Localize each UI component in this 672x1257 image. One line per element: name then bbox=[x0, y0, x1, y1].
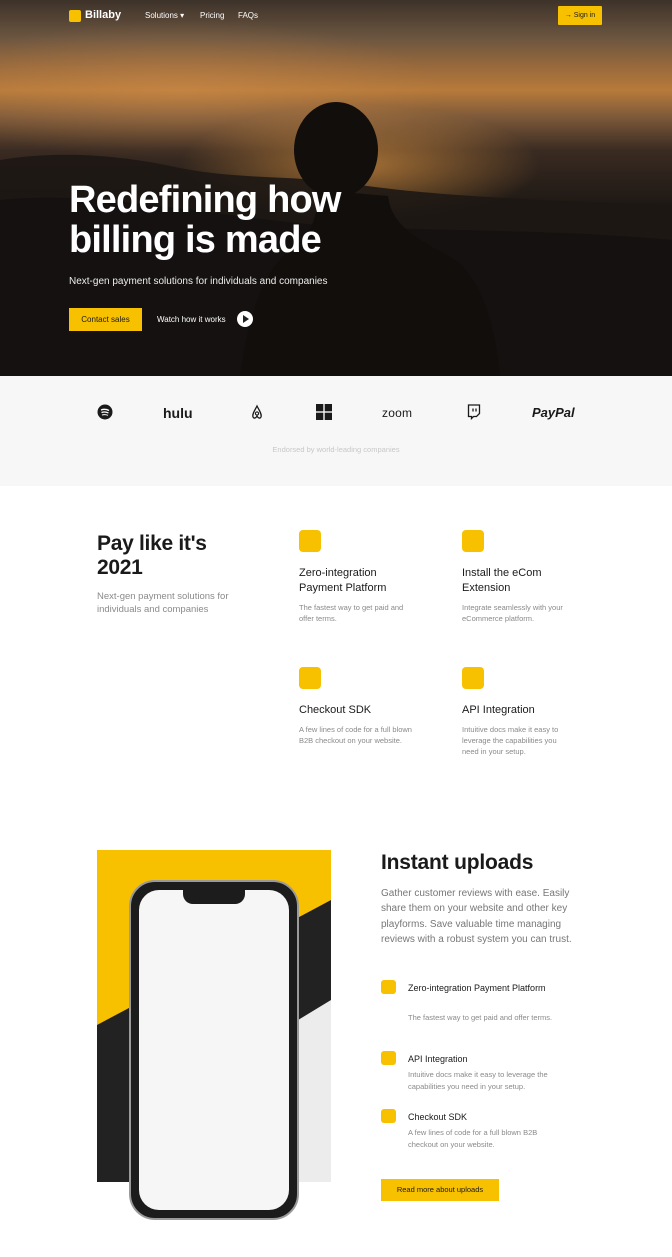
spotify-icon bbox=[97, 404, 113, 420]
uploads-title: Instant uploads bbox=[381, 851, 534, 874]
hulu-logo: hulu bbox=[163, 405, 193, 421]
zoom-logo: zoom bbox=[382, 406, 413, 420]
logo-strip: hulu zoom PayPal Endorsed by world-leadi… bbox=[0, 376, 672, 486]
phone-notch bbox=[183, 890, 245, 904]
watch-video-link[interactable]: Watch how it works bbox=[157, 315, 226, 324]
windows-icon bbox=[316, 404, 332, 420]
phone-screen bbox=[139, 890, 289, 1210]
feature-title: Install the eCom Extension bbox=[462, 567, 542, 594]
feature-card: Zero-integration Payment Platform The fa… bbox=[299, 530, 419, 624]
uploads-description: Gather customer reviews with ease. Easil… bbox=[381, 888, 572, 945]
feature-card: Checkout SDK A few lines of code for a f… bbox=[299, 667, 419, 746]
read-more-uploads-button[interactable]: Read more about uploads bbox=[381, 1179, 499, 1201]
logo-icon bbox=[69, 10, 81, 22]
features-title-line1: Pay like it's bbox=[97, 532, 207, 555]
endorsed-caption: Endorsed by world-leading companies bbox=[272, 445, 400, 454]
feature-desc: Intuitive docs make it easy to leverage … bbox=[462, 725, 559, 756]
feature-title: Checkout SDK bbox=[299, 704, 372, 716]
uploads-item-icon bbox=[381, 1109, 396, 1123]
sign-in-button[interactable]: → Sign in bbox=[558, 6, 602, 25]
contact-sales-button[interactable]: Contact sales bbox=[69, 308, 142, 331]
uploads-item-title: API Integration bbox=[408, 1054, 468, 1064]
feature-icon bbox=[299, 667, 321, 689]
hero-subtitle: Next-gen payment solutions for individua… bbox=[69, 276, 328, 287]
feature-icon bbox=[462, 530, 484, 552]
uploads-item-title: Checkout SDK bbox=[408, 1112, 468, 1122]
uploads-item-desc: The fastest way to get paid and offer te… bbox=[408, 1013, 553, 1022]
phone-mockup bbox=[129, 880, 299, 1220]
features-title: Pay like it's 2021 bbox=[97, 532, 267, 580]
feature-card: Install the eCom Extension Integrate sea… bbox=[462, 530, 572, 624]
feature-desc: Integrate seamlessly with your eCommerce… bbox=[462, 603, 563, 623]
uploads-item-icon bbox=[381, 1051, 396, 1065]
feature-icon bbox=[299, 530, 321, 552]
features-subtitle: Next-gen payment solutions for individua… bbox=[97, 591, 229, 615]
hero-title-line2: billing is made bbox=[69, 219, 322, 261]
feature-title: Zero-integration Payment Platform bbox=[299, 567, 387, 594]
feature-icon bbox=[462, 667, 484, 689]
play-icon[interactable] bbox=[237, 311, 253, 327]
airbnb-icon bbox=[252, 404, 262, 419]
uploads-item-title: Zero-integration Payment Platform bbox=[408, 983, 546, 993]
feature-card: API Integration Intuitive docs make it e… bbox=[462, 667, 574, 757]
uploads-item-desc: A few lines of code for a full blown B2B… bbox=[408, 1128, 538, 1149]
hero-title-line1: Redefining how bbox=[69, 179, 341, 221]
nav-faqs[interactable]: FAQs bbox=[238, 11, 258, 20]
brand-name[interactable]: Billaby bbox=[85, 9, 121, 21]
feature-desc: The fastest way to get paid and offer te… bbox=[299, 603, 404, 623]
uploads-item-icon bbox=[381, 980, 396, 994]
nav-pricing[interactable]: Pricing bbox=[200, 11, 224, 20]
nav-solutions[interactable]: Solutions ▾ bbox=[145, 11, 184, 20]
feature-desc: A few lines of code for a full blown B2B… bbox=[299, 725, 412, 745]
hero-section: Billaby Solutions ▾ Pricing FAQs → Sign … bbox=[0, 0, 672, 376]
twitch-icon bbox=[467, 404, 481, 420]
uploads-item-desc: Intuitive docs make it easy to leverage … bbox=[408, 1070, 548, 1091]
features-title-line2: 2021 bbox=[97, 556, 143, 579]
paypal-logo: PayPal bbox=[532, 405, 575, 420]
feature-title: API Integration bbox=[462, 704, 535, 716]
hero-title: Redefining how billing is made bbox=[69, 180, 399, 260]
top-nav: Billaby Solutions ▾ Pricing FAQs → Sign … bbox=[0, 0, 672, 32]
